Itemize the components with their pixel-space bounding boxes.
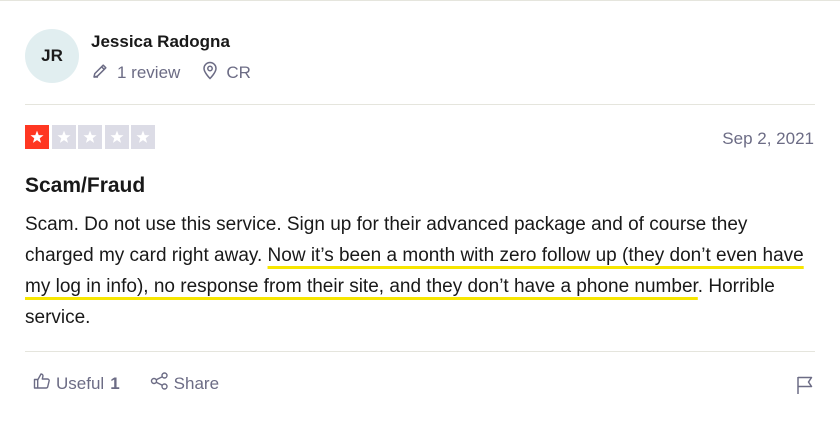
star-icon — [56, 130, 71, 143]
reviewer-header: JR Jessica Radogna 1 review CR — [25, 29, 273, 85]
pencil-icon — [91, 62, 117, 85]
reviewer-location: CR — [202, 61, 251, 85]
reviewer-meta: 1 review CR — [91, 61, 273, 85]
star-empty — [131, 125, 155, 149]
star-empty — [78, 125, 102, 149]
star-empty — [51, 125, 76, 149]
star-icon — [136, 130, 150, 143]
avatar[interactable]: JR — [25, 29, 79, 83]
star-rating — [25, 125, 158, 149]
review-card: JR Jessica Radogna 1 review CR Sep 2, 20… — [0, 0, 840, 422]
useful-label: Useful — [56, 373, 105, 393]
review-count-label: 1 review — [117, 63, 181, 82]
report-flag-button[interactable] — [796, 375, 814, 400]
location-pin-icon — [202, 61, 226, 85]
share-label: Share — [173, 373, 220, 393]
reviewer-name[interactable]: Jessica Radogna — [91, 31, 273, 53]
useful-count: 1 — [110, 373, 120, 393]
review-body: Scam. Do not use this service. Sign up f… — [25, 209, 815, 333]
divider — [25, 351, 815, 352]
star-filled — [25, 125, 49, 149]
divider — [25, 104, 815, 105]
star-icon — [109, 130, 124, 143]
flag-icon — [796, 376, 814, 399]
useful-button[interactable]: Useful 1 — [33, 372, 120, 395]
reviewer-info: Jessica Radogna 1 review CR — [91, 29, 273, 85]
avatar-initials: JR — [41, 46, 63, 65]
country-code: CR — [226, 63, 251, 82]
share-icon — [150, 372, 174, 395]
star-empty — [104, 125, 129, 149]
star-icon — [83, 130, 97, 143]
share-button[interactable]: Share — [150, 372, 219, 395]
review-count: 1 review — [91, 62, 180, 85]
review-actions: Useful 1 Share — [33, 372, 249, 395]
review-title[interactable]: Scam/Fraud — [25, 174, 145, 198]
review-date: Sep 2, 2021 — [722, 129, 814, 148]
star-icon — [30, 130, 44, 143]
thumbs-up-icon — [33, 372, 56, 395]
